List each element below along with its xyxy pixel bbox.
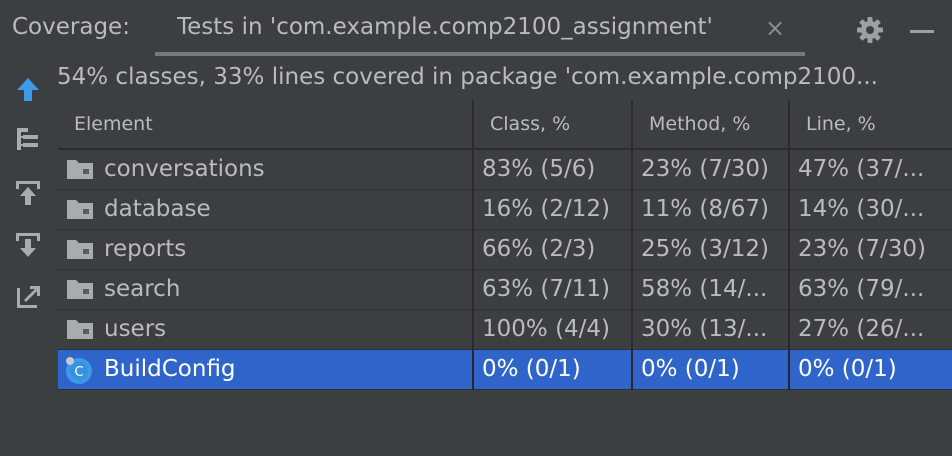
minimize-icon[interactable] [910, 30, 934, 33]
method-coverage-cell: 0% (0/1) [641, 356, 740, 382]
table-row[interactable]: reports 66% (2/3) 25% (3/12) 23% (7/30) [58, 230, 952, 270]
element-cell: search [58, 270, 472, 309]
line-coverage-cell: 14% (30/... [798, 196, 925, 222]
class-coverage-cell: 83% (5/6) [482, 156, 596, 182]
class-coverage-cell: 63% (7/11) [482, 276, 611, 302]
method-coverage-cell: 23% (7/30) [641, 156, 770, 182]
method-coverage-cell: 25% (3/12) [641, 236, 770, 262]
column-header-line[interactable]: Line, % [790, 100, 952, 148]
export-icon[interactable] [13, 230, 43, 260]
class-coverage-cell: 100% (4/4) [482, 316, 611, 342]
element-name: users [104, 316, 167, 342]
class-coverage-cell: 16% (2/12) [482, 196, 611, 222]
folder-icon [67, 200, 93, 219]
column-header-class[interactable]: Class, % [474, 100, 631, 148]
method-coverage-cell: 58% (14/... [641, 276, 768, 302]
tab-active-indicator [155, 52, 805, 56]
line-coverage-cell: 63% (79/... [798, 276, 925, 302]
folder-icon [67, 320, 93, 339]
tree-structure-icon[interactable] [13, 124, 43, 154]
element-name: conversations [104, 156, 265, 182]
generate-report-icon[interactable] [13, 282, 43, 312]
import-icon[interactable] [13, 178, 43, 208]
table-row[interactable]: users 100% (4/4) 30% (13/... 27% (26/... [58, 310, 952, 350]
svg-text:C: C [74, 365, 83, 380]
folder-icon [67, 240, 93, 259]
method-coverage-cell: 11% (8/67) [641, 196, 770, 222]
folder-icon [67, 280, 93, 299]
tab-title: Tests in 'com.example.comp2100_assignmen… [177, 14, 713, 40]
close-tab-icon[interactable]: × [765, 14, 785, 42]
table-row[interactable]: conversations 83% (5/6) 23% (7/30) 47% (… [58, 150, 952, 190]
tab-tests-coverage[interactable]: Tests in 'com.example.comp2100_assignmen… [155, 0, 805, 60]
column-header-element[interactable]: Element [58, 100, 472, 148]
gear-icon[interactable] [855, 15, 885, 45]
coverage-table: Element Class, % Method, % Line, % conve… [58, 100, 952, 456]
coverage-tool-window: Coverage: Tests in 'com.example.comp2100… [0, 0, 952, 456]
coverage-label: Coverage: [12, 14, 130, 40]
coverage-summary: 54% classes, 33% lines covered in packag… [57, 64, 878, 90]
element-cell: conversations [58, 150, 472, 189]
column-header-method[interactable]: Method, % [633, 100, 788, 148]
class-coverage-cell: 66% (2/3) [482, 236, 596, 262]
line-coverage-cell: 23% (7/30) [798, 236, 927, 262]
left-toolbar [0, 60, 57, 456]
method-coverage-cell: 30% (13/... [641, 316, 768, 342]
folder-icon [67, 160, 93, 179]
line-coverage-cell: 47% (37/... [798, 156, 925, 182]
up-arrow-icon[interactable] [13, 74, 43, 104]
table-header: Element Class, % Method, % Line, % [58, 100, 952, 150]
element-name: BuildConfig [104, 356, 236, 382]
line-coverage-cell: 27% (26/... [798, 316, 925, 342]
class-coverage-cell: 0% (0/1) [482, 356, 581, 382]
table-row[interactable]: database 16% (2/12) 11% (8/67) 14% (30/.… [58, 190, 952, 230]
element-cell: C BuildConfig [58, 350, 472, 389]
table-empty-area [58, 390, 952, 456]
table-body: conversations 83% (5/6) 23% (7/30) 47% (… [58, 150, 952, 390]
element-name: reports [104, 236, 187, 262]
element-cell: reports [58, 230, 472, 269]
class-icon: C [66, 357, 92, 384]
element-cell: users [58, 310, 472, 349]
table-row[interactable]: search 63% (7/11) 58% (14/... 63% (79/..… [58, 270, 952, 310]
table-row-selected[interactable]: C BuildConfig 0% (0/1) 0% (0/1) 0% (0/1) [58, 350, 952, 390]
line-coverage-cell: 0% (0/1) [798, 356, 897, 382]
element-cell: database [58, 190, 472, 229]
element-name: search [104, 276, 181, 302]
tool-window-header: Coverage: Tests in 'com.example.comp2100… [0, 0, 952, 60]
element-name: database [104, 196, 211, 222]
